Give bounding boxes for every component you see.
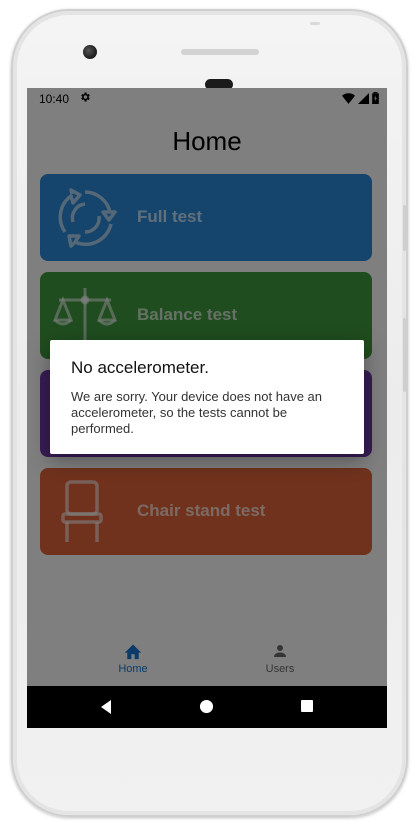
dialog-title: No accelerometer.	[71, 358, 209, 377]
system-navigation-bar	[27, 686, 387, 728]
home-circle-icon[interactable]	[199, 699, 214, 714]
recents-square-icon[interactable]	[300, 699, 314, 713]
screen: 10:40 Home Full test	[27, 88, 387, 728]
front-camera	[83, 45, 97, 59]
phone-top-mark	[310, 22, 320, 25]
back-icon[interactable]	[99, 699, 113, 715]
dialog-message: We are sorry. Your device does not have …	[71, 389, 323, 436]
volume-button	[403, 318, 406, 392]
alert-dialog: No accelerometer. We are sorry. Your dev…	[50, 340, 364, 454]
power-button	[403, 205, 406, 251]
earpiece-speaker	[181, 49, 259, 55]
